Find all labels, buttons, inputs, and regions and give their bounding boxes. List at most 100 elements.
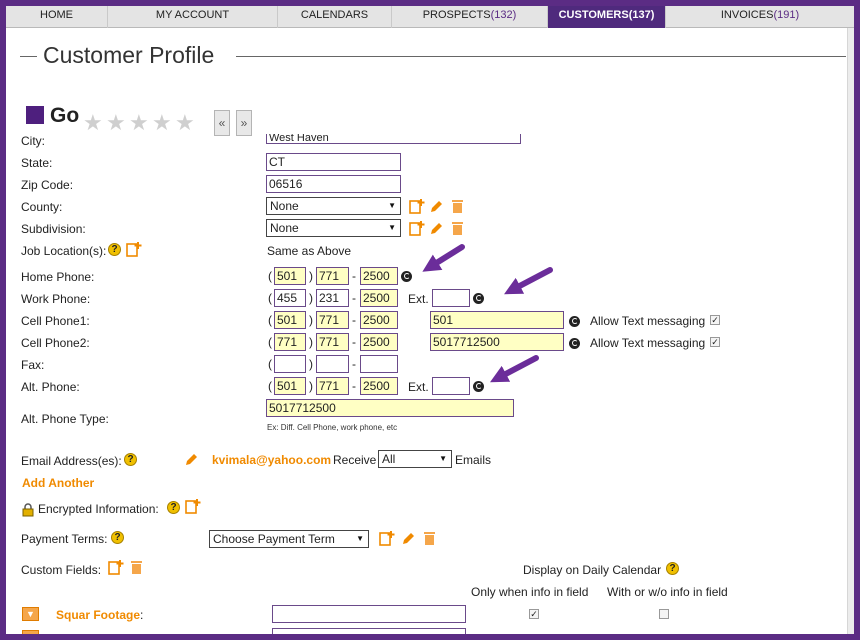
cell-phone2-line[interactable]: 2500 [360, 333, 398, 351]
vertical-scrollbar[interactable] [847, 28, 854, 634]
tab-prospects[interactable]: PROSPECTS(132) [392, 6, 548, 28]
email-link[interactable]: kvimala@yahoo.com [212, 453, 331, 467]
alt-phone-line[interactable]: 2500 [360, 377, 398, 395]
delete-county-icon[interactable] [451, 198, 464, 214]
work-phone-area[interactable]: 455 [274, 289, 306, 307]
tab-home[interactable]: HOME [6, 6, 108, 28]
next-customer-button[interactable]: » [236, 110, 252, 136]
custom-field-input-next[interactable] [272, 628, 466, 634]
county-label: County: [21, 200, 63, 214]
dial-icon[interactable] [569, 316, 580, 327]
title-rule-right [236, 56, 846, 57]
delete-subdivision-icon[interactable] [451, 220, 464, 236]
delete-payment-term-icon[interactable] [423, 530, 436, 546]
star-icon[interactable]: ★ [152, 112, 172, 134]
edit-email-icon[interactable] [184, 452, 199, 467]
alt-phone-area[interactable]: 501 [274, 377, 306, 395]
star-icon[interactable]: ★ [129, 112, 149, 134]
edit-subdivision-icon[interactable] [429, 221, 444, 236]
cell-phone1-extra[interactable]: 501 [430, 311, 564, 329]
home-phone-prefix[interactable]: 771 [316, 267, 349, 285]
dial-icon[interactable] [401, 271, 412, 282]
add-another-email-link[interactable]: Add Another [22, 476, 94, 490]
tab-my-account[interactable]: MY ACCOUNT [108, 6, 278, 28]
add-encrypted-info-icon[interactable] [185, 498, 201, 514]
tab-label: PROSPECTS [422, 9, 491, 21]
cell-phone2-prefix[interactable]: 771 [316, 333, 349, 351]
work-phone-label: Work Phone: [21, 292, 91, 306]
app-frame: HOME MY ACCOUNT CALENDARS PROSPECTS(132)… [6, 6, 854, 634]
home-phone-area[interactable]: 501 [274, 267, 306, 285]
home-phone-line[interactable]: 2500 [360, 267, 398, 285]
zip-field[interactable]: 06516 [266, 175, 401, 193]
allow-text-label: Allow Text messaging [590, 314, 706, 328]
only-when-info-checkbox[interactable]: ✓ [529, 609, 539, 619]
county-value: None [270, 199, 299, 213]
cell-phone2-extra[interactable]: 5017712500 [430, 333, 564, 351]
cell-phone1-label: Cell Phone1: [21, 314, 90, 328]
allow-text-checkbox[interactable]: ✓ [710, 337, 720, 347]
add-custom-field-icon[interactable] [108, 559, 124, 575]
dash: - [352, 269, 356, 283]
payment-terms-select[interactable]: Choose Payment Term ▼ [209, 530, 369, 548]
tab-label: CALENDARS [300, 9, 369, 21]
allow-text-checkbox[interactable]: ✓ [710, 315, 720, 325]
help-icon[interactable]: ? [108, 243, 121, 256]
payment-terms-value: Choose Payment Term [213, 532, 335, 546]
work-phone-prefix[interactable]: 231 [316, 289, 349, 307]
receive-select[interactable]: All ▼ [378, 450, 452, 468]
city-field[interactable]: West Haven [266, 134, 521, 144]
dial-icon[interactable] [473, 381, 484, 392]
cell-phone1-prefix[interactable]: 771 [316, 311, 349, 329]
alt-phone-prefix[interactable]: 771 [316, 377, 349, 395]
star-icon[interactable]: ★ [83, 112, 103, 134]
alt-phone-type-field[interactable]: 5017712500 [266, 399, 514, 417]
add-county-icon[interactable] [409, 198, 425, 214]
help-icon[interactable]: ? [111, 531, 124, 544]
cell-phone2-label: Cell Phone2: [21, 336, 90, 350]
state-field[interactable]: CT [266, 153, 401, 171]
zip-label: Zip Code: [21, 178, 74, 192]
add-subdivision-icon[interactable] [409, 220, 425, 236]
alt-phone-ext[interactable] [432, 377, 470, 395]
help-icon[interactable]: ? [167, 501, 180, 514]
cell-phone1-line[interactable]: 2500 [360, 311, 398, 329]
county-select[interactable]: None ▼ [266, 197, 401, 215]
tab-calendars[interactable]: CALENDARS [278, 6, 392, 28]
tab-count: (191) [773, 9, 800, 21]
subdivision-select[interactable]: None ▼ [266, 219, 401, 237]
always-show-checkbox[interactable] [659, 609, 669, 619]
fax-prefix[interactable] [316, 355, 349, 373]
paren-open: ( [268, 291, 272, 305]
expand-row-icon[interactable] [22, 630, 39, 634]
help-icon[interactable]: ? [666, 562, 679, 575]
annotation-arrow-work [504, 267, 553, 295]
star-icon[interactable]: ★ [175, 112, 195, 134]
add-job-location-icon[interactable] [126, 241, 142, 257]
cell-phone2-area[interactable]: 771 [274, 333, 306, 351]
tab-customers[interactable]: CUSTOMERS(137) [548, 6, 666, 28]
custom-field-input[interactable] [272, 605, 466, 623]
tab-label: CUSTOMERS [558, 9, 629, 21]
dash: - [352, 379, 356, 393]
tab-invoices[interactable]: INVOICES(191) [666, 6, 854, 28]
column-only-when-info: Only when info in field [471, 585, 589, 599]
expand-row-icon[interactable]: ▼ [22, 607, 39, 621]
fax-line[interactable] [360, 355, 398, 373]
prev-customer-button[interactable]: « [214, 110, 230, 136]
work-phone-ext[interactable] [432, 289, 470, 307]
work-phone-line[interactable]: 2500 [360, 289, 398, 307]
fax-area[interactable] [274, 355, 306, 373]
help-icon[interactable]: ? [124, 453, 137, 466]
receive-label: Receive [333, 453, 377, 467]
star-icon[interactable]: ★ [106, 112, 126, 134]
edit-county-icon[interactable] [429, 199, 444, 214]
add-payment-term-icon[interactable] [379, 530, 395, 546]
edit-payment-term-icon[interactable] [401, 531, 416, 546]
cell-phone1-area[interactable]: 501 [274, 311, 306, 329]
dial-icon[interactable] [473, 293, 484, 304]
tab-label: INVOICES [720, 9, 774, 21]
dial-icon[interactable] [569, 338, 580, 349]
delete-custom-field-icon[interactable] [130, 559, 143, 575]
emails-label: Emails [455, 453, 492, 467]
